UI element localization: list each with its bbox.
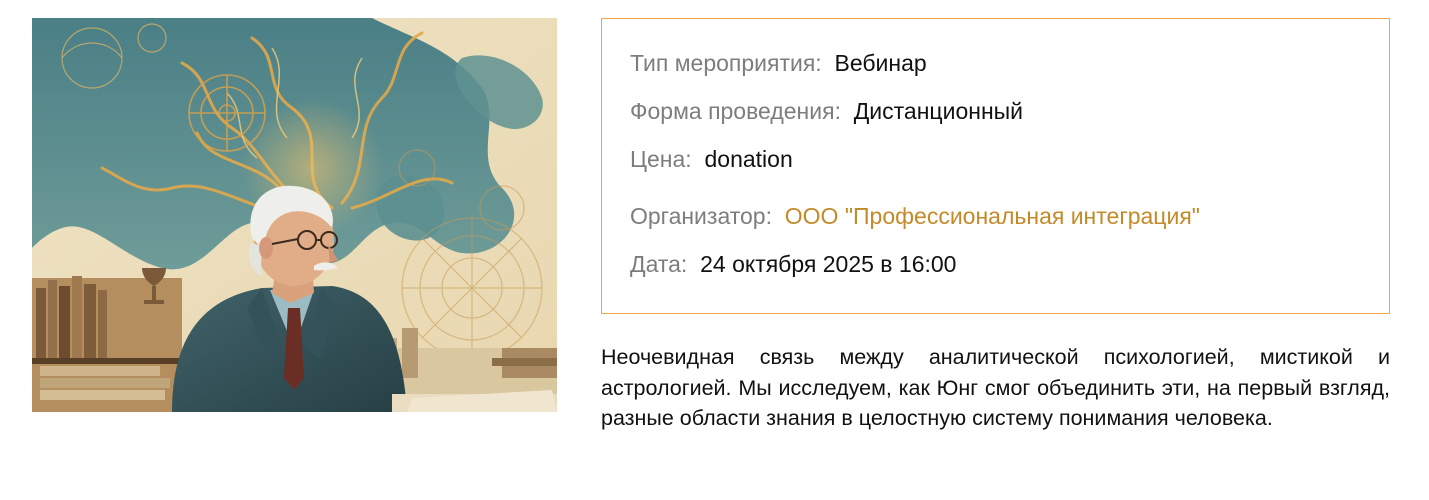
event-organizer-label: Организатор: xyxy=(630,203,779,229)
event-details-box: Тип мероприятия: Вебинар Форма проведени… xyxy=(601,18,1390,314)
event-type-label: Тип мероприятия: xyxy=(630,50,829,76)
event-content: Тип мероприятия: Вебинар Форма проведени… xyxy=(32,18,1390,434)
event-price-label: Цена: xyxy=(630,146,699,172)
event-format-value: Дистанционный xyxy=(853,98,1024,124)
event-format-row: Форма проведения: Дистанционный xyxy=(630,96,1361,126)
event-image xyxy=(32,18,557,412)
event-type-value: Вебинар xyxy=(834,50,927,76)
event-price-value: donation xyxy=(704,146,793,172)
event-organizer-link[interactable]: ООО "Профессиональная интеграция" xyxy=(785,203,1200,229)
event-date-label: Дата: xyxy=(630,251,694,277)
event-illustration xyxy=(32,18,557,412)
event-price-row: Цена: donation xyxy=(630,144,1361,174)
event-date-value: 24 октября 2025 в 16:00 xyxy=(700,251,957,277)
event-date-row: Дата: 24 октября 2025 в 16:00 xyxy=(630,249,1361,279)
event-organizer-row: Организатор: ООО "Профессиональная интег… xyxy=(630,201,1361,231)
event-format-label: Форма проведения: xyxy=(630,98,848,124)
event-type-row: Тип мероприятия: Вебинар xyxy=(630,48,1361,78)
